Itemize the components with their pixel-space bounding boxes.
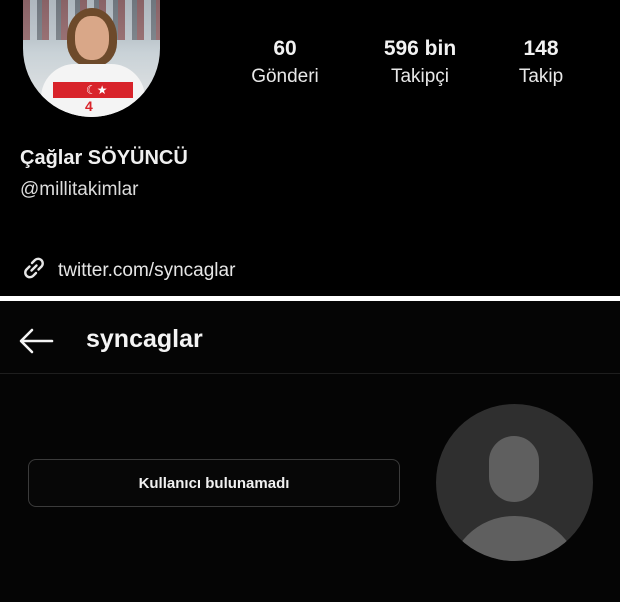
profile-header: ☾★ 4 60 Gönderi 596 bin Takipçi 148 Taki… (0, 0, 620, 298)
stat-following-label: Takip (518, 66, 564, 87)
stat-followers[interactable]: 596 bin Takipçi (365, 37, 475, 89)
profile-avatar[interactable]: ☾★ 4 (23, 0, 160, 117)
default-avatar-body (448, 516, 581, 561)
stat-following-value: 148 (523, 37, 559, 60)
stat-followers-value: 596 bin (383, 37, 457, 60)
result-username: syncaglar (86, 325, 203, 353)
stat-following[interactable]: 148 Takip (486, 37, 596, 89)
crescent-star-icon: ☾★ (86, 83, 108, 97)
stat-posts[interactable]: 60 Gönderi (230, 37, 340, 89)
profile-link-text[interactable]: twitter.com/syncaglar (58, 260, 235, 282)
stat-followers-label: Takipçi (390, 66, 450, 87)
default-avatar-head (489, 436, 539, 502)
default-user-avatar-icon (436, 404, 593, 561)
link-icon (20, 254, 48, 287)
stat-posts-value: 60 (273, 37, 297, 60)
profile-link[interactable]: twitter.com/syncaglar (20, 254, 235, 287)
search-result-panel: syncaglar Kullanıcı bulunamadı (0, 301, 620, 602)
avatar-face (75, 16, 109, 60)
jersey-number-glyph: 4 (85, 98, 93, 114)
user-not-found-button[interactable]: Kullanıcı bulunamadı (28, 459, 400, 507)
header-divider (0, 373, 620, 374)
profile-handle[interactable]: @millitakimlar (20, 179, 139, 201)
arrow-left-icon[interactable] (18, 327, 56, 355)
profile-name: Çağlar SÖYÜNCÜ (20, 147, 188, 169)
stat-posts-label: Gönderi (251, 66, 319, 87)
